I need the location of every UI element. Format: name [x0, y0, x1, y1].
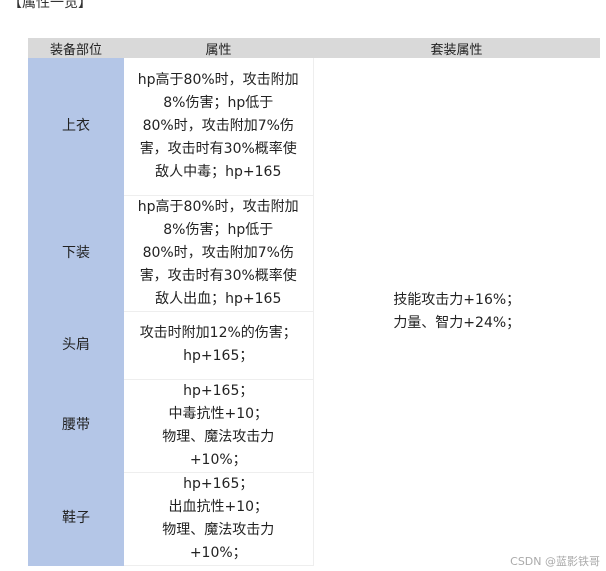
- set-attribute-line: 技能攻击力+16%；: [393, 291, 521, 308]
- attribute-line: hp+165；: [183, 382, 254, 399]
- attribute-cell: hp高于80%时，攻击附加 8%伤害；hp低于 80%时，攻击附加7%伤 害，攻…: [124, 195, 314, 312]
- attribute-cell: hp+165； 出血抗性+10； 物理、魔法攻击力 +10%；: [124, 472, 314, 566]
- attribute-line: 中毒抗性+10；: [168, 405, 269, 422]
- slot-cell: 头肩: [28, 311, 124, 380]
- slot-cell: 腰带: [28, 379, 124, 473]
- attribute-line: hp高于80%时，攻击附加: [137, 71, 299, 88]
- header-attribute: 属性: [124, 38, 313, 58]
- attribute-line: hp高于80%时，攻击附加: [137, 198, 299, 215]
- attribute-line: 攻击时附加12%的伤害；: [139, 325, 297, 341]
- section-heading: 【属性一览】: [8, 0, 92, 11]
- slot-cell: 上衣: [28, 58, 124, 196]
- attribute-table: 装备部位 属性 套装属性 上衣 hp高于80%时，攻击附加 8%伤害；hp低于 …: [28, 38, 600, 566]
- table-header-row: 装备部位 属性 套装属性: [28, 38, 600, 58]
- watermark: CSDN @蓝影铁哥: [510, 555, 600, 568]
- attribute-line: 物理、魔法攻击力: [162, 428, 275, 445]
- set-attribute-cell: 技能攻击力+16%； 力量、智力+24%；: [313, 58, 600, 565]
- attribute-line: 出血抗性+10；: [168, 498, 269, 515]
- attribute-line: 8%伤害；hp低于: [163, 94, 274, 111]
- attribute-line: hp+165；: [183, 475, 254, 492]
- table-row: 上衣 hp高于80%时，攻击附加 8%伤害；hp低于 80%时，攻击附加7%伤 …: [28, 58, 600, 565]
- attribute-line: 80%时，攻击附加7%伤: [142, 117, 294, 134]
- slot-cell: 下装: [28, 195, 124, 312]
- attribute-line: 8%伤害；hp低于: [163, 221, 274, 238]
- slot-cell: 鞋子: [28, 472, 124, 566]
- attribute-line: 物理、魔法攻击力: [162, 521, 275, 538]
- attribute-line: 敌人出血；hp+165: [155, 290, 282, 307]
- attribute-cell: hp+165； 中毒抗性+10； 物理、魔法攻击力 +10%；: [124, 379, 314, 473]
- attribute-cell: hp高于80%时，攻击附加 8%伤害；hp低于 80%时，攻击附加7%伤 害，攻…: [124, 58, 314, 196]
- attribute-line: 敌人中毒；hp+165: [155, 163, 282, 180]
- set-attribute-line: 力量、智力+24%；: [393, 314, 521, 331]
- header-slot: 装备部位: [28, 38, 124, 58]
- attribute-line: 害，攻击时有30%概率使: [139, 140, 297, 157]
- header-set-attribute: 套装属性: [313, 38, 600, 58]
- attribute-cell: 攻击时附加12%的伤害； hp+165；: [124, 311, 314, 380]
- attribute-line: hp+165；: [183, 348, 254, 364]
- attribute-line: +10%；: [189, 451, 247, 468]
- attribute-line: +10%；: [189, 544, 247, 561]
- attribute-line: 80%时，攻击附加7%伤: [142, 244, 294, 261]
- attribute-line: 害，攻击时有30%概率使: [139, 267, 297, 284]
